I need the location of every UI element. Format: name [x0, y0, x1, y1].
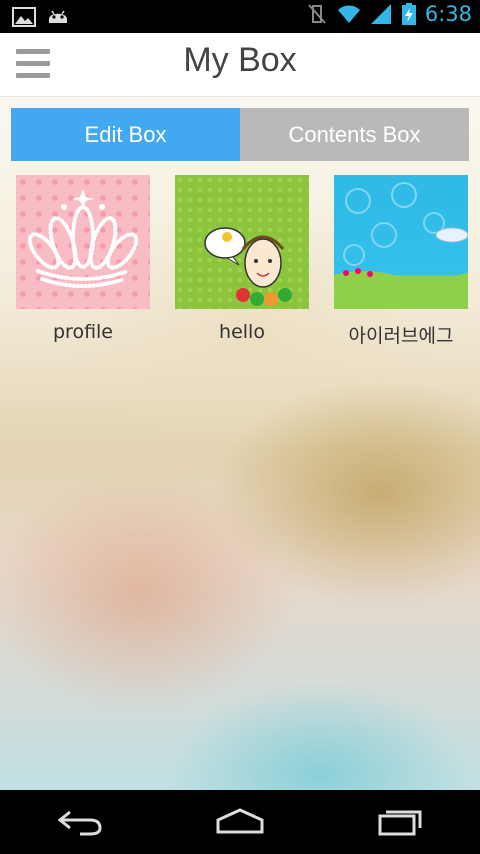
tab-bar: Edit Box Contents Box [11, 108, 469, 161]
page-title: My Box [183, 41, 297, 79]
wifi-icon [337, 5, 360, 23]
battery-charging-icon [401, 3, 416, 25]
girl-illustration [204, 227, 292, 306]
android-icon [49, 10, 67, 23]
vibrate-icon [308, 4, 326, 24]
recent-apps-button[interactable] [360, 790, 440, 854]
thumbnail-crown-image[interactable] [16, 175, 150, 309]
signal-icon [370, 4, 391, 24]
back-button[interactable] [40, 790, 120, 854]
recent-apps-icon [378, 810, 422, 836]
crown-illustration [27, 189, 139, 288]
sky-illustration [334, 182, 468, 309]
app-screen: My Box Edit Box Contents Box profile hel… [0, 33, 480, 790]
home-button[interactable] [200, 790, 280, 854]
navigation-bar [0, 790, 480, 854]
image-icon [12, 7, 36, 27]
status-time: 6:38 [424, 2, 472, 26]
box-item-label: 아이러브에그 [348, 325, 454, 347]
box-item-label: hello [219, 321, 265, 343]
box-grid: profile hello 아이러브에그 [16, 175, 468, 348]
tab-contents-box[interactable]: Contents Box [240, 108, 469, 161]
box-item-ilove-egg[interactable]: 아이러브에그 [334, 175, 468, 348]
thumbnail-girl-image[interactable] [175, 175, 309, 309]
box-item-hello[interactable]: hello [175, 175, 309, 348]
box-item-profile[interactable]: profile [16, 175, 150, 348]
box-item-label: profile [52, 321, 113, 343]
home-icon [216, 808, 264, 834]
status-bar: 6:38 [0, 0, 480, 33]
tab-edit-box[interactable]: Edit Box [11, 108, 240, 161]
header-bar: My Box [0, 33, 480, 97]
back-icon [57, 810, 102, 836]
thumbnail-sky-image[interactable] [334, 175, 468, 309]
